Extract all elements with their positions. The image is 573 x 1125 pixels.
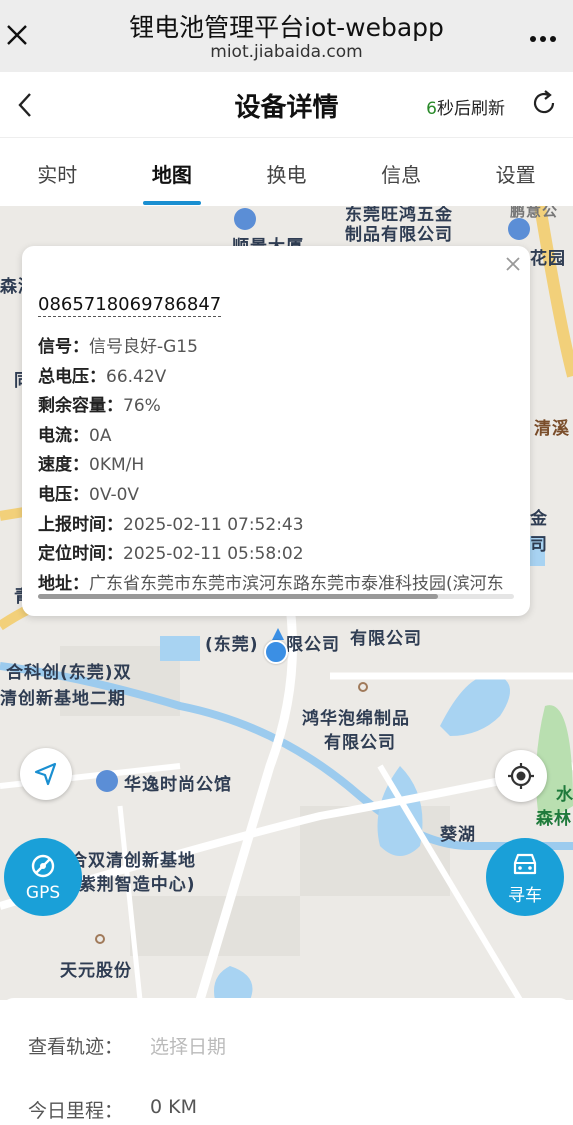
gps-label: GPS (25, 883, 61, 903)
device-location-marker[interactable] (264, 640, 288, 664)
map-label-l9: 金 (530, 509, 548, 529)
speed-row: 速度：0KM/H (38, 450, 144, 475)
voltage-value: 66.42V (106, 367, 167, 387)
browser-title: 锂电池管理平台iot-webapp (129, 13, 444, 42)
find-car-button[interactable]: 寻车 (486, 838, 564, 916)
more-icon[interactable] (529, 20, 557, 50)
track-label: 查看轨迹： (28, 1036, 124, 1058)
poi-dot-icon (358, 682, 368, 692)
map-label-l22: 葵湖 (440, 825, 476, 845)
map-label-l24: (紫荆智造中心) (70, 875, 196, 895)
volt-range-label: 电压： (38, 485, 89, 505)
capacity-value: 76% (123, 396, 161, 416)
navigation-arrow-icon (34, 762, 57, 786)
page-header: 设备详情 6秒后刷新 (0, 72, 573, 138)
speed-value: 0KM/H (89, 455, 145, 475)
map-label-l25: 天元股份 (60, 961, 132, 981)
map-label-l2: 制品有限公司 (345, 225, 453, 245)
map-label-l19: 华逸时尚公馆 (124, 775, 232, 795)
map-label-l23: 合双清创新基地 (70, 851, 196, 871)
popup-close-icon[interactable] (506, 252, 520, 277)
tab-map[interactable]: 地图 (115, 138, 230, 206)
track-date-picker[interactable]: 选择日期 (150, 1032, 226, 1059)
map-label-l16: 清创新基地二期 (0, 689, 126, 709)
reload-icon[interactable] (531, 88, 559, 118)
map-label-l18: 有限公司 (324, 733, 396, 753)
refresh-countdown: 6秒后刷新 (426, 94, 505, 119)
locate-time-value: 2025-02-11 05:58:02 (123, 544, 304, 564)
refresh-suffix: 秒后刷新 (437, 99, 505, 119)
report-time-label: 上报时间： (38, 515, 123, 535)
tab-settings[interactable]: 设置 (458, 138, 573, 206)
navigate-button[interactable] (20, 748, 72, 800)
tab-battery-swap[interactable]: 换电 (229, 138, 344, 206)
voltage-row: 总电压：66.42V (38, 362, 166, 387)
find-car-label: 寻车 (508, 885, 542, 906)
capacity-label: 剩余容量： (38, 396, 123, 416)
building-poi-icon (234, 208, 256, 230)
home-poi-icon (508, 218, 530, 240)
map-label-l8: 清溪 (534, 419, 570, 439)
popup-scroll-thumb[interactable] (38, 594, 438, 599)
voltage-label: 总电压： (38, 367, 106, 387)
signal-label: 信号： (38, 337, 89, 357)
map-label-l5: 花园 (530, 249, 566, 269)
map-label-l21: 森林 (536, 809, 572, 829)
building-poi-icon (96, 770, 118, 792)
address-row: 地址：广东省东莞市东莞市滨河东路东莞市泰准科技园(滨河东 (38, 569, 514, 594)
map-label-l17: 鸿华泡绵制品 (302, 709, 410, 729)
locate-time-row: 定位时间：2025-02-11 05:58:02 (38, 539, 304, 564)
map-label-l13: 限公司 (286, 635, 340, 655)
device-info-popup: 0865718069786847 信号：信号良好-G15 总电压：66.42V … (22, 246, 530, 616)
device-id[interactable]: 0865718069786847 (38, 294, 222, 317)
locate-me-button[interactable] (495, 750, 547, 802)
speed-label: 速度： (38, 455, 89, 475)
map-label-l15: 合科创(东莞)双 (6, 663, 132, 683)
tab-realtime[interactable]: 实时 (0, 138, 115, 206)
popup-scrollbar[interactable] (38, 594, 514, 599)
current-row: 电流：0A (38, 421, 111, 446)
tab-bar: 实时 地图 换电 信息 设置 (0, 138, 573, 206)
report-time-row: 上报时间：2025-02-11 07:52:43 (38, 510, 304, 535)
signal-value: 信号良好-G15 (89, 337, 198, 357)
map-label-l10: 司 (530, 535, 548, 555)
car-icon (513, 853, 537, 874)
capacity-row: 剩余容量：76% (38, 391, 161, 416)
volt-range-row: 电压：0V-0V (38, 480, 139, 505)
mileage-value: 0 KM (150, 1096, 197, 1118)
signal-row: 信号：信号良好-G15 (38, 332, 198, 357)
report-time-value: 2025-02-11 07:52:43 (123, 515, 304, 535)
gps-button[interactable]: GPS (4, 838, 82, 916)
address-label: 地址： (38, 574, 89, 594)
browser-url: miot.jiabaida.com (210, 42, 363, 62)
tab-info[interactable]: 信息 (344, 138, 459, 206)
browser-bar: 锂电池管理平台iot-webapp miot.jiabaida.com (0, 0, 573, 72)
map-label-l14: 有限公司 (350, 629, 422, 649)
poi-dot-icon (95, 934, 105, 944)
map-label-l12: (东莞) (205, 635, 259, 655)
locate-target-icon (508, 763, 534, 789)
locate-time-label: 定位时间： (38, 544, 123, 564)
map-label-l20: 水 (556, 785, 573, 805)
current-value: 0A (89, 426, 112, 446)
bottom-panel: 查看轨迹： 选择日期 今日里程： 0 KM (0, 998, 573, 1125)
refresh-count: 6 (426, 99, 437, 119)
direction-pointer-icon (272, 628, 284, 640)
mileage-label: 今日里程： (28, 1100, 124, 1122)
current-label: 电流： (38, 426, 89, 446)
address-value: 广东省东莞市东莞市滨河东路东莞市泰准科技园(滨河东 (89, 574, 504, 594)
gps-icon (31, 854, 55, 878)
volt-range-value: 0V-0V (89, 485, 140, 505)
